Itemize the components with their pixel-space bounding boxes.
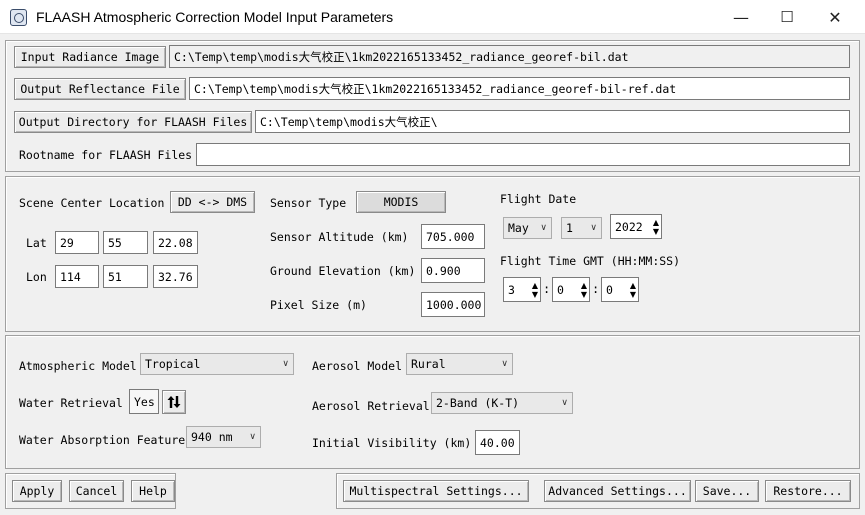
atmospheric-model-label: Atmospheric Model bbox=[19, 359, 137, 373]
flight-minute-value: 0 bbox=[557, 282, 564, 297]
flight-day-value: 1 bbox=[566, 221, 573, 235]
chevron-down-icon: ∨ bbox=[540, 223, 547, 233]
aerosol-model-label: Aerosol Model bbox=[312, 359, 403, 373]
lon-label: Lon bbox=[26, 270, 47, 284]
apply-button[interactable]: Apply bbox=[12, 480, 62, 502]
flight-month-value: May bbox=[508, 221, 529, 235]
flight-second-spinner[interactable]: 0 ▲ ▼ bbox=[601, 277, 639, 302]
input-radiance-button[interactable]: Input Radiance Image bbox=[14, 46, 166, 68]
scene-center-label: Scene Center Location bbox=[19, 196, 165, 210]
aerosol-model-value: Rural bbox=[411, 357, 446, 371]
rootname-field[interactable] bbox=[196, 143, 850, 166]
spin-arrows-icon[interactable]: ▲ ▼ bbox=[630, 281, 636, 299]
flight-second-value: 0 bbox=[606, 282, 613, 297]
sensor-altitude-label: Sensor Altitude (km) bbox=[270, 230, 409, 244]
ground-elevation-label: Ground Elevation (km) bbox=[270, 264, 416, 278]
spin-arrows-icon[interactable]: ▲ ▼ bbox=[581, 281, 587, 299]
flight-year-spinner[interactable]: 2022 ▲ ▼ bbox=[610, 214, 662, 239]
lat-minutes-field[interactable]: 55 bbox=[103, 231, 148, 254]
files-panel: Input Radiance Image C:\Temp\temp\modis大… bbox=[5, 40, 860, 172]
chevron-down-icon: ∨ bbox=[561, 398, 568, 408]
water-retrieval-value: Yes bbox=[129, 389, 159, 414]
lat-degrees-field[interactable]: 29 bbox=[55, 231, 99, 254]
atmospheric-model-value: Tropical bbox=[145, 357, 201, 371]
chevron-down-icon: ∨ bbox=[501, 359, 508, 369]
multispectral-settings-button[interactable]: Multispectral Settings... bbox=[343, 480, 529, 502]
cancel-button[interactable]: Cancel bbox=[69, 480, 124, 502]
title-bar: FLAASH Atmospheric Correction Model Inpu… bbox=[0, 0, 865, 34]
ground-elevation-field[interactable]: 0.900 bbox=[421, 258, 485, 283]
lon-seconds-field[interactable]: 32.76 bbox=[153, 265, 198, 288]
sensor-type-label: Sensor Type bbox=[270, 196, 347, 210]
minimize-button[interactable]: — bbox=[718, 0, 764, 34]
water-absorption-select[interactable]: 940 nm ∨ bbox=[186, 426, 261, 448]
action-bar-left: Apply Cancel Help bbox=[5, 473, 176, 509]
restore-button[interactable]: Restore... bbox=[765, 480, 851, 502]
initial-visibility-field[interactable]: 40.00 bbox=[475, 430, 520, 455]
sensor-type-button[interactable]: MODIS bbox=[356, 191, 446, 213]
action-bar-right: Multispectral Settings... Advanced Setti… bbox=[336, 473, 860, 509]
chevron-down-icon: ∨ bbox=[590, 223, 597, 233]
lat-label: Lat bbox=[26, 236, 47, 250]
scene-panel: Scene Center Location DD <-> DMS Lat 29 … bbox=[5, 176, 860, 332]
chevron-down-icon: ∨ bbox=[282, 359, 289, 369]
advanced-settings-button[interactable]: Advanced Settings... bbox=[544, 480, 691, 502]
flight-year-value: 2022 bbox=[615, 219, 643, 234]
flight-date-label: Flight Date bbox=[500, 192, 577, 206]
initial-visibility-label: Initial Visibility (km) bbox=[312, 436, 472, 450]
flaash-app-icon bbox=[10, 9, 27, 26]
aerosol-model-select[interactable]: Rural ∨ bbox=[406, 353, 513, 375]
help-button[interactable]: Help bbox=[131, 480, 175, 502]
lon-degrees-field[interactable]: 114 bbox=[55, 265, 99, 288]
close-button[interactable]: ✕ bbox=[812, 0, 858, 34]
time-separator: : bbox=[592, 282, 600, 296]
atmospheric-model-select[interactable]: Tropical ∨ bbox=[140, 353, 294, 375]
flight-month-select[interactable]: May ∨ bbox=[503, 217, 552, 239]
water-absorption-label: Water Absorption Feature bbox=[19, 433, 186, 447]
output-directory-path-field[interactable]: C:\Temp\temp\modis大气校正\ bbox=[255, 110, 850, 133]
dd-dms-button[interactable]: DD <-> DMS bbox=[170, 191, 255, 213]
water-retrieval-label: Water Retrieval bbox=[19, 396, 123, 410]
model-panel: Atmospheric Model Tropical ∨ Water Retri… bbox=[5, 335, 860, 469]
pixel-size-field[interactable]: 1000.000 bbox=[421, 292, 485, 317]
aerosol-retrieval-label: Aerosol Retrieval bbox=[312, 399, 430, 413]
pixel-size-label: Pixel Size (m) bbox=[270, 298, 367, 312]
output-directory-button[interactable]: Output Directory for FLAASH Files bbox=[14, 111, 252, 133]
input-radiance-path-field[interactable]: C:\Temp\temp\modis大气校正\1km2022165133452_… bbox=[169, 45, 850, 68]
chevron-down-icon: ∨ bbox=[249, 432, 256, 442]
flight-hour-spinner[interactable]: 3 ▲ ▼ bbox=[503, 277, 541, 302]
spin-arrows-icon[interactable]: ▲ ▼ bbox=[532, 281, 538, 299]
save-button[interactable]: Save... bbox=[695, 480, 759, 502]
aerosol-retrieval-select[interactable]: 2-Band (K-T) ∨ bbox=[431, 392, 573, 414]
flight-time-label: Flight Time GMT (HH:MM:SS) bbox=[500, 254, 681, 268]
swap-arrows-icon[interactable] bbox=[162, 390, 186, 414]
spin-arrows-icon[interactable]: ▲ ▼ bbox=[653, 218, 659, 236]
output-reflectance-button[interactable]: Output Reflectance File bbox=[14, 78, 186, 100]
flight-hour-value: 3 bbox=[508, 282, 515, 297]
sensor-altitude-field[interactable]: 705.000 bbox=[421, 224, 485, 249]
maximize-button[interactable]: ☐ bbox=[764, 0, 810, 34]
output-reflectance-path-field[interactable]: C:\Temp\temp\modis大气校正\1km2022165133452_… bbox=[189, 77, 850, 100]
lon-minutes-field[interactable]: 51 bbox=[103, 265, 148, 288]
time-separator: : bbox=[543, 282, 551, 296]
aerosol-retrieval-value: 2-Band (K-T) bbox=[436, 396, 520, 410]
window-title: FLAASH Atmospheric Correction Model Inpu… bbox=[36, 9, 394, 25]
rootname-label: Rootname for FLAASH Files bbox=[19, 148, 193, 162]
flight-minute-spinner[interactable]: 0 ▲ ▼ bbox=[552, 277, 590, 302]
water-absorption-value: 940 nm bbox=[191, 430, 233, 444]
lat-seconds-field[interactable]: 22.08 bbox=[153, 231, 198, 254]
flight-day-select[interactable]: 1 ∨ bbox=[561, 217, 602, 239]
